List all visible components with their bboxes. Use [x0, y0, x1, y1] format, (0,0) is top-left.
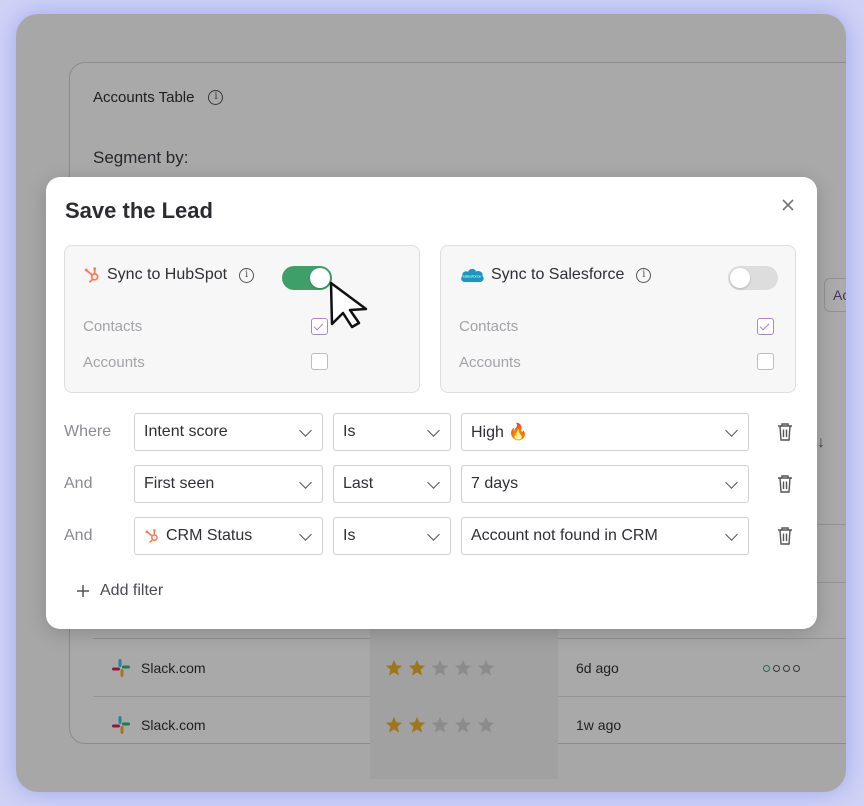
add-filter-button[interactable]: Add filter	[76, 582, 163, 600]
filter-field-select[interactable]: Intent score	[134, 413, 323, 451]
info-icon[interactable]: i	[636, 267, 652, 283]
hubspot-icon	[145, 529, 158, 544]
trash-icon[interactable]	[776, 474, 794, 494]
salesforce-accounts-checkbox[interactable]	[757, 353, 774, 370]
filter-field-select[interactable]: CRM Status	[134, 517, 323, 555]
salesforce-sync-toggle[interactable]	[728, 266, 778, 290]
filter-row: Where Intent score Is High 🔥	[64, 413, 799, 451]
save-lead-modal: Save the Lead Sync to HubSpot i Contacts…	[46, 177, 817, 629]
contacts-option-label: Contacts	[83, 318, 143, 335]
plus-icon	[77, 585, 89, 597]
filter-operator-select[interactable]: Is	[333, 413, 451, 451]
filter-conjunction: And	[64, 475, 93, 492]
close-icon[interactable]	[778, 195, 798, 215]
filter-value-select[interactable]: 7 days	[461, 465, 749, 503]
hubspot-contacts-checkbox[interactable]	[311, 318, 328, 335]
salesforce-sync-card: salesforce Sync to Salesforce i Contacts…	[440, 245, 796, 393]
chevron-down-icon	[725, 528, 738, 541]
chevron-down-icon	[427, 476, 440, 489]
filter-conjunction: And	[64, 527, 93, 544]
hubspot-icon	[84, 267, 99, 283]
filter-operator-select[interactable]: Is	[333, 517, 451, 555]
filter-row: And First seen Last 7 days	[64, 465, 799, 503]
filter-value-select[interactable]: Account not found in CRM	[461, 517, 749, 555]
chevron-down-icon	[427, 424, 440, 437]
filter-conjunction: Where	[64, 423, 112, 440]
hubspot-sync-toggle[interactable]	[282, 266, 332, 290]
chevron-down-icon	[725, 476, 738, 489]
salesforce-cloud-icon: salesforce	[461, 268, 484, 282]
toggle-knob	[730, 268, 750, 288]
salesforce-sync-header: salesforce Sync to Salesforce i	[459, 266, 652, 284]
hubspot-accounts-checkbox[interactable]	[311, 353, 328, 370]
toggle-knob	[310, 268, 330, 288]
contacts-option-label: Contacts	[459, 318, 519, 335]
chevron-down-icon	[299, 424, 312, 437]
accounts-option-label: Accounts	[83, 354, 145, 371]
chevron-down-icon	[725, 424, 738, 437]
filter-value-select[interactable]: High 🔥	[461, 413, 749, 451]
salesforce-contacts-checkbox[interactable]	[757, 318, 774, 335]
chevron-down-icon	[299, 528, 312, 541]
filter-operator-select[interactable]: Last	[333, 465, 451, 503]
accounts-option-label: Accounts	[459, 354, 521, 371]
info-icon[interactable]: i	[239, 267, 255, 283]
salesforce-logo-text: salesforce	[463, 274, 482, 279]
trash-icon[interactable]	[776, 526, 794, 546]
modal-title: Save the Lead	[65, 198, 213, 223]
chevron-down-icon	[299, 476, 312, 489]
hubspot-sync-header: Sync to HubSpot i	[83, 266, 255, 284]
mouse-pointer-icon	[329, 281, 368, 329]
trash-icon[interactable]	[776, 422, 794, 442]
filter-row: And CRM Status Is Account not found in C…	[64, 517, 799, 555]
filter-field-select[interactable]: First seen	[134, 465, 323, 503]
chevron-down-icon	[427, 528, 440, 541]
